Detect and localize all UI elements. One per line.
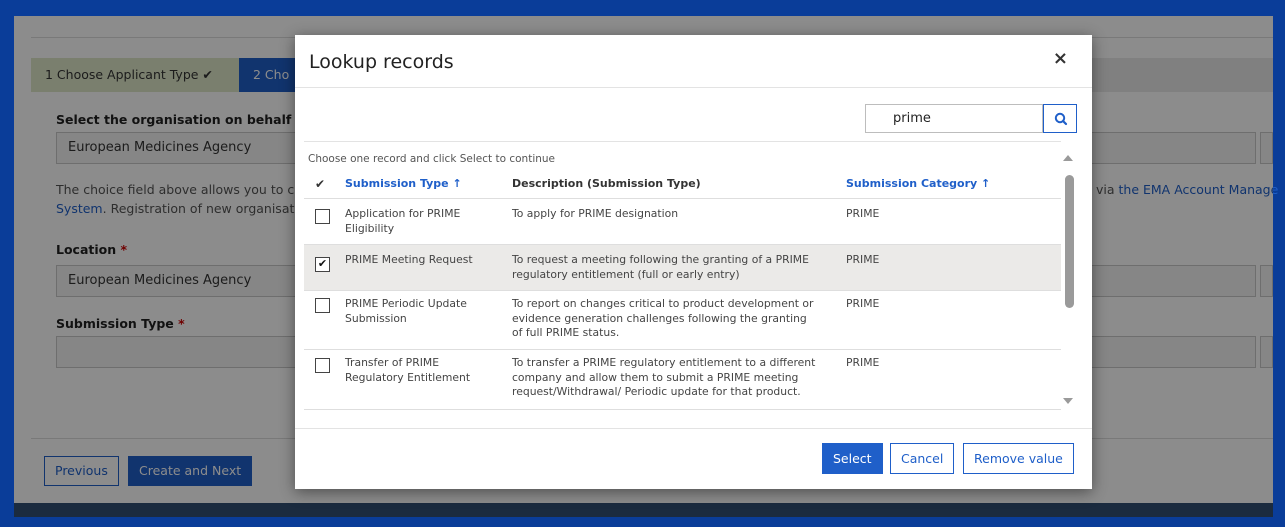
remove-value-button[interactable]: Remove value (963, 443, 1074, 474)
table-row-selected[interactable]: ✔ PRIME Meeting Request To request a mee… (304, 244, 1061, 290)
table-row[interactable]: Application for PRIME Eligibility To app… (304, 198, 1061, 244)
description-column-header: Description (Submission Type) (512, 177, 701, 190)
search-input[interactable]: prime (865, 104, 1043, 133)
row-checkbox[interactable] (315, 209, 330, 224)
scroll-down-icon[interactable] (1063, 398, 1073, 404)
cancel-button[interactable]: Cancel (890, 443, 955, 474)
select-hint: Choose one record and click Select to co… (308, 153, 556, 165)
row-submission-type: Application for PRIME Eligibility (345, 207, 461, 235)
row-category: PRIME (846, 356, 880, 369)
dialog-header-divider (295, 87, 1092, 88)
row-category: PRIME (846, 207, 880, 220)
row-checkbox[interactable] (315, 358, 330, 373)
row-checkbox[interactable] (315, 298, 330, 313)
search-divider (304, 141, 1061, 142)
dialog-title: Lookup records (309, 51, 454, 73)
row-description: To report on changes critical to product… (512, 297, 814, 339)
row-description: To apply for PRIME designation (512, 207, 679, 220)
row-description: To transfer a PRIME regulatory entitleme… (512, 356, 816, 398)
table-row[interactable]: PRIME Periodic Update Submission To repo… (304, 290, 1061, 349)
scrollbar-thumb[interactable] (1065, 175, 1074, 308)
check-icon: ✔ (317, 257, 328, 270)
row-checkbox-checked[interactable]: ✔ (315, 257, 330, 272)
submission-category-column-header[interactable]: Submission Category ↑ (846, 177, 990, 190)
submission-type-column-header[interactable]: Submission Type ↑ (345, 177, 462, 190)
scroll-up-icon[interactable] (1063, 155, 1073, 161)
dialog-footer-divider (295, 428, 1092, 429)
search-icon (1054, 112, 1068, 126)
search-button[interactable] (1043, 104, 1077, 133)
table-row[interactable]: Transfer of PRIME Regulatory Entitlement… (304, 349, 1061, 410)
row-submission-type: PRIME Meeting Request (345, 253, 473, 266)
check-all-column-header[interactable]: ✔ (315, 177, 325, 191)
row-category: PRIME (846, 297, 880, 310)
page-bottom-bar (14, 503, 1273, 517)
row-submission-type: Transfer of PRIME Regulatory Entitlement (345, 356, 471, 384)
close-icon[interactable]: × (1053, 48, 1068, 69)
row-submission-type: PRIME Periodic Update Submission (345, 297, 467, 325)
lookup-records-dialog: Lookup records × prime Choose one record… (295, 35, 1092, 489)
row-category: PRIME (846, 253, 880, 266)
select-button[interactable]: Select (822, 443, 883, 474)
row-description: To request a meeting following the grant… (512, 253, 809, 281)
